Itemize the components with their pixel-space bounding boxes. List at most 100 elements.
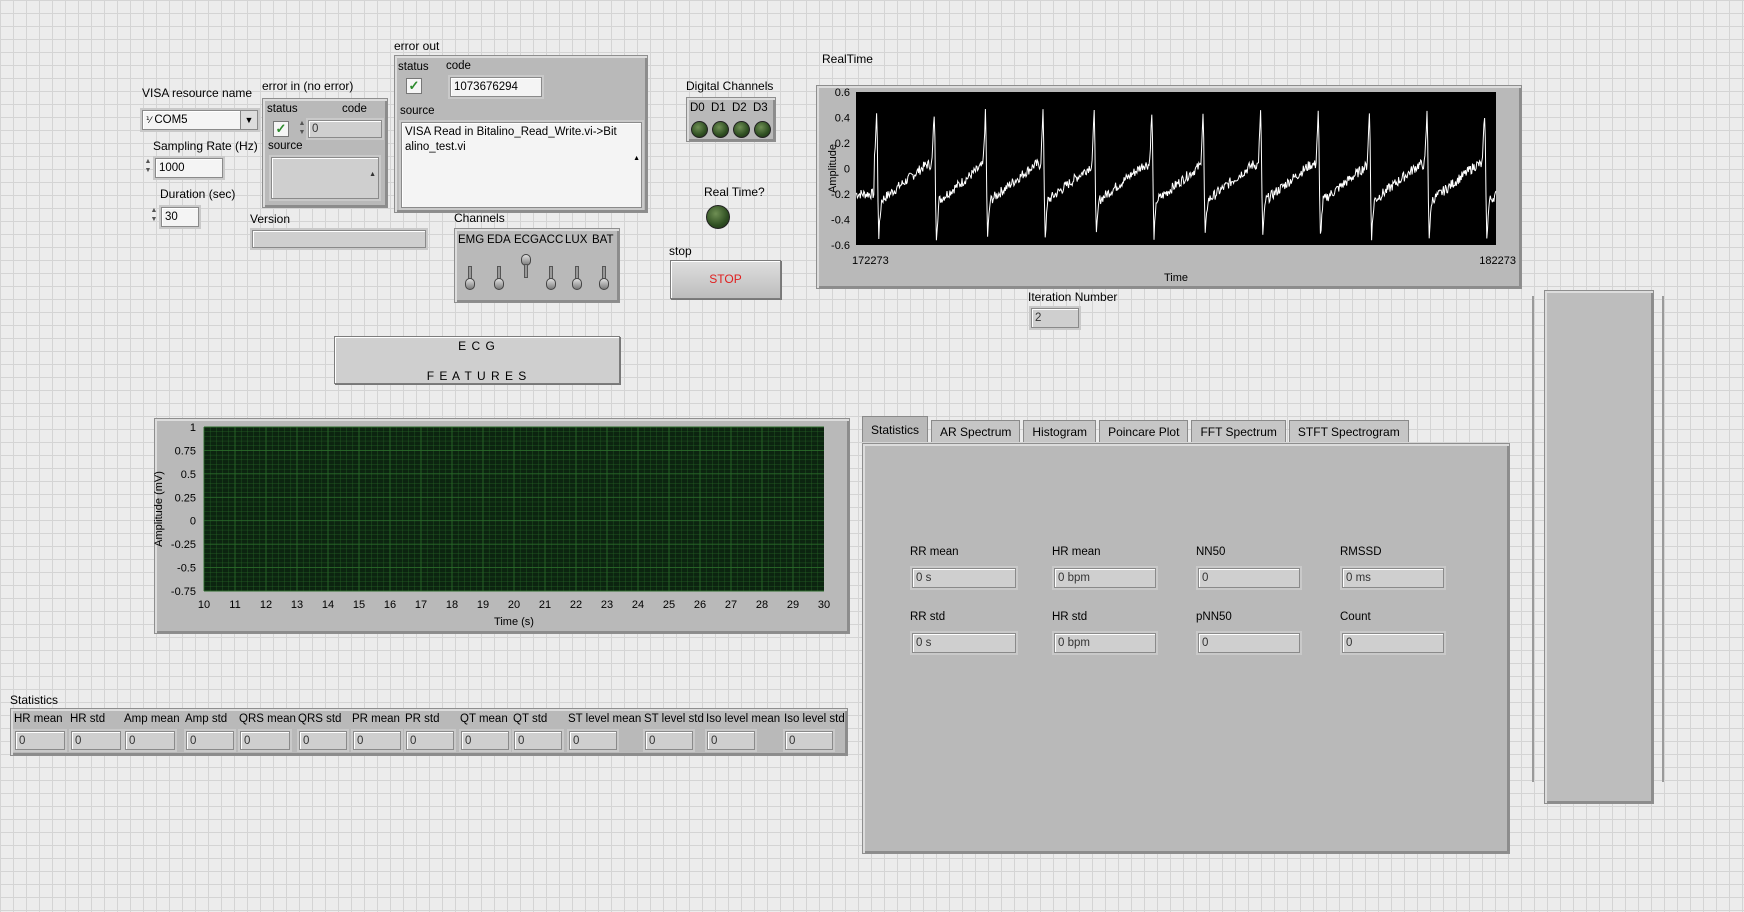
stat-pr-mean-label: PR mean — [352, 713, 400, 725]
iteration-label: Iteration Number — [1028, 290, 1118, 304]
visa-label: VISA resource name — [142, 86, 253, 100]
error-in-code-field[interactable]: 0 — [308, 120, 382, 138]
hr-mean-label: HR mean — [1052, 546, 1101, 558]
stat-pr-mean-field: 0 — [353, 731, 401, 750]
digital-led-d2 — [733, 121, 750, 138]
ecg-xtick: 18 — [446, 599, 458, 611]
stat-qt-std-field: 0 — [514, 731, 562, 750]
channel-label-lux: LUX — [565, 234, 588, 246]
hr-std-label: HR std — [1052, 611, 1088, 623]
stat-iso-level-mean-field: 0 — [707, 731, 755, 750]
ecg-xtick: 25 — [663, 599, 675, 611]
channel-toggle-emg[interactable] — [465, 266, 475, 292]
tab-fft-spectrum[interactable]: FFT Spectrum — [1191, 420, 1286, 442]
ecg-xtick: 17 — [415, 599, 427, 611]
tab-ar-spectrum[interactable]: AR Spectrum — [931, 420, 1021, 442]
sampling-rate-field[interactable]: 1000 — [155, 158, 223, 178]
tab-statistics[interactable]: Statistics — [862, 416, 929, 442]
ecg-xlabel: Time (s) — [494, 616, 534, 628]
duration-field[interactable]: 30 — [161, 207, 199, 227]
ecg-xtick: 14 — [322, 599, 334, 611]
scrollbar-arrows[interactable]: ▲ — [369, 160, 376, 190]
stat-amp-mean-label: Amp mean — [124, 713, 180, 725]
channel-toggle-ecg[interactable] — [521, 254, 531, 280]
stat-st-level-std-label: ST level std — [644, 713, 704, 725]
real-time-button[interactable] — [706, 205, 730, 229]
stat-iso-level-std-field: 0 — [785, 731, 833, 750]
stat-qrs-std-field: 0 — [299, 731, 347, 750]
stat-amp-std-field: 0 — [186, 731, 234, 750]
chevron-down-icon[interactable]: ▼ — [240, 111, 257, 129]
ecg-ylabel: Amplitude (mV) — [154, 471, 165, 547]
stop-button[interactable]: STOP — [670, 260, 781, 299]
channels-label: Channels — [454, 211, 505, 225]
channel-toggle-bat[interactable] — [599, 266, 609, 292]
ecg-xtick: 13 — [291, 599, 303, 611]
pnn50-label: pNN50 — [1196, 611, 1232, 623]
ecg-features-line2: F E A T U R E S — [426, 369, 528, 383]
channel-label-ecg: ECG — [514, 234, 539, 246]
duration-stepper[interactable]: ▲ ▼ — [150, 206, 158, 226]
error-out-source-label: source — [400, 105, 435, 117]
ecg-xtick: 12 — [260, 599, 272, 611]
error-in-code-label: code — [342, 103, 367, 115]
digital-label-d3: D3 — [753, 102, 768, 114]
realtime-xlabel: Time — [1164, 272, 1188, 284]
ecg-xtick: 24 — [632, 599, 644, 611]
digital-channels-label: Digital Channels — [686, 79, 774, 93]
stat-hr-std-field: 0 — [71, 731, 121, 750]
ecg-features-button[interactable]: E C G F E A T U R E S — [334, 336, 620, 384]
channel-toggle-acc[interactable] — [546, 266, 556, 292]
stat-qrs-std-label: QRS std — [298, 713, 342, 725]
error-in-source-field[interactable]: ▲ — [271, 157, 379, 199]
ecg-ytick: 0.75 — [175, 445, 196, 457]
realtime-ylabel: Amplitude — [827, 144, 839, 193]
error-out-status-label: status — [398, 61, 429, 73]
ecg-xtick: 30 — [818, 599, 830, 611]
ecg-xtick: 29 — [787, 599, 799, 611]
tab-histogram[interactable]: Histogram — [1023, 420, 1097, 442]
error-out-code-field: 1073676294 — [450, 77, 542, 97]
channel-toggle-lux[interactable] — [572, 266, 582, 292]
realtime-xend: 182273 — [1479, 255, 1516, 267]
ecg-ytick: -0.75 — [171, 586, 196, 598]
count-label: Count — [1340, 611, 1371, 623]
ecg-xtick: 16 — [384, 599, 396, 611]
stat-qt-mean-label: QT mean — [460, 713, 508, 725]
rmssd-field: 0 ms — [1342, 568, 1444, 588]
realtime-graph: 0.60.40.20-0.2-0.4-0.6Amplitude172273 182… — [827, 87, 1516, 284]
error-in-source-label: source — [268, 140, 303, 152]
tab-poincare-plot[interactable]: Poincare Plot — [1099, 420, 1189, 442]
error-in-status-label: status — [267, 103, 298, 115]
digital-led-d1 — [712, 121, 729, 138]
error-out-source-field: VISA Read in Bitalino_Read_Write.vi->Bit… — [401, 122, 642, 208]
ecg-ytick: 1 — [190, 422, 196, 434]
scrollbar[interactable]: ▲▼ — [633, 127, 640, 207]
error-out-code-label: code — [446, 60, 471, 72]
rr-std-label: RR std — [910, 611, 946, 623]
nn50-field: 0 — [1198, 568, 1300, 588]
channel-label-emg: EMG — [458, 234, 485, 246]
realtime-ytick: 0.4 — [835, 113, 850, 125]
sampling-stepper[interactable]: ▲ ▼ — [144, 157, 152, 177]
error-in-status-checkbox[interactable]: ✓ — [273, 121, 289, 137]
realtime-ytick: -0.4 — [831, 215, 850, 227]
channel-label-bat: BAT — [592, 234, 614, 246]
visa-resource-select[interactable]: ⅟ COM5 ▼ — [142, 110, 258, 130]
pnn50-field: 0 — [1198, 633, 1300, 653]
ecg-xtick: 26 — [694, 599, 706, 611]
ecg-xtick: 22 — [570, 599, 582, 611]
tab-stft-spectrogram[interactable]: STFT Spectrogram — [1288, 420, 1409, 442]
tab-bar: Statistics AR Spectrum Histogram Poincare P… — [862, 416, 1512, 444]
channel-label-eda: EDA — [487, 234, 511, 246]
stat-pr-std-label: PR std — [405, 713, 440, 725]
channel-toggle-eda[interactable] — [494, 266, 504, 292]
ecg-xtick: 19 — [477, 599, 489, 611]
stat-qt-std-label: QT std — [513, 713, 548, 725]
error-in-code-stepper[interactable]: ▲ ▼ — [298, 119, 306, 139]
realtime-ytick: -0.6 — [831, 240, 850, 252]
ecg-xtick: 15 — [353, 599, 365, 611]
hr-mean-field: 0 bpm — [1054, 568, 1156, 588]
duration-label: Duration (sec) — [160, 187, 236, 201]
rmssd-label: RMSSD — [1340, 546, 1382, 558]
